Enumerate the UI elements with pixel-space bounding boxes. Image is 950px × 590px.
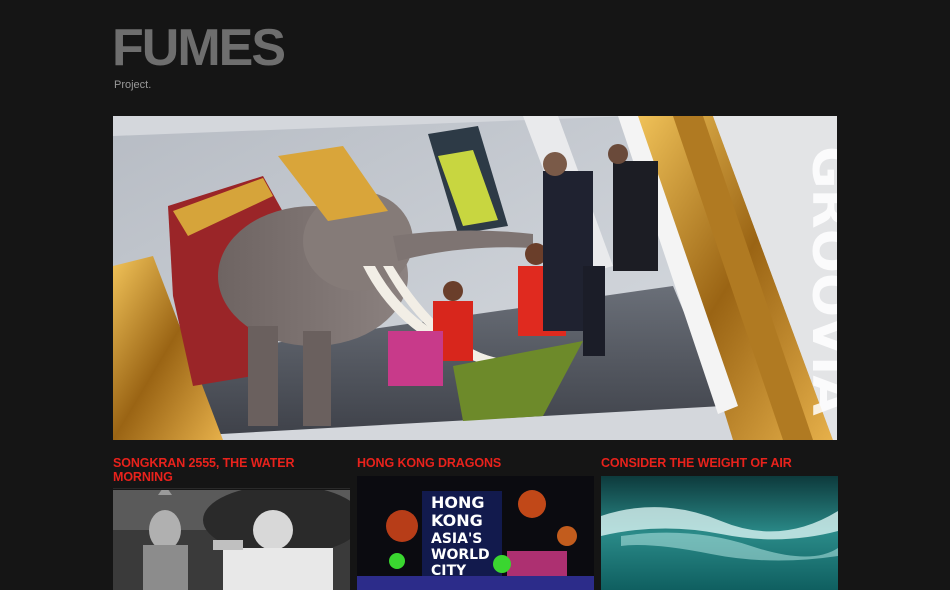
post-thumbnail[interactable]: HONG KONG ASIA'S WORLD CITY	[357, 476, 594, 590]
sign-text-kong: KONG	[431, 511, 483, 530]
post-card: SONGKRAN 2555, THE WATER MORNING	[113, 456, 350, 590]
hero-featured-image[interactable]: GROOVIA	[113, 116, 837, 440]
post-thumbnail-art	[113, 490, 350, 590]
post-card: CONSIDER THE WEIGHT OF AIR	[601, 456, 838, 590]
site-tagline: Project.	[114, 79, 152, 91]
site-logo-title[interactable]: FUMES	[112, 22, 286, 74]
sign-text-world: WORLD	[431, 547, 490, 563]
post-thumbnail[interactable]	[113, 490, 350, 590]
sign-text-asias: ASIA'S	[431, 531, 482, 547]
page: FUMES Project. GROOVIA SONGKRAN 2555, TH…	[0, 0, 950, 590]
hero-image-art: GROOVIA	[113, 116, 837, 440]
post-title-link[interactable]: SONGKRAN 2555, THE WATER MORNING	[113, 456, 350, 486]
post-thumbnail[interactable]	[601, 476, 838, 590]
sign-text-hong: HONG	[431, 493, 485, 512]
sign-text-city: CITY	[431, 563, 467, 579]
post-divider	[113, 488, 350, 489]
post-card: HONG KONG DRAGONS HONG KONG ASIA'S WORLD…	[357, 456, 594, 590]
post-thumbnail-art: HONG KONG ASIA'S WORLD CITY	[357, 476, 594, 590]
post-grid: SONGKRAN 2555, THE WATER MORNING HONG KO…	[113, 456, 838, 590]
hero-watermark: GROOVIA	[800, 146, 837, 416]
post-thumbnail-art	[601, 476, 838, 590]
